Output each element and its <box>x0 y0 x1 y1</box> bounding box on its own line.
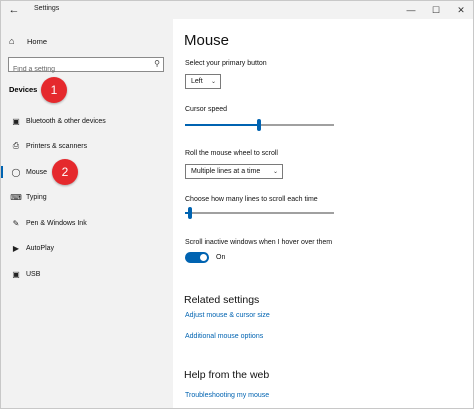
primary-button-dropdown[interactable]: Left ⌄ <box>185 74 221 89</box>
sidebar-item-home[interactable]: ⌂ Home <box>9 34 47 48</box>
scroll-inactive-label: Scroll inactive windows when I hover ove… <box>185 239 333 246</box>
chevron-down-icon: ⌄ <box>210 79 216 85</box>
title-bar: ← Settings — ☐ ✕ <box>1 1 473 19</box>
mouse-icon: ◯ <box>11 167 21 177</box>
search-box: ⚲ <box>8 57 164 76</box>
lines-to-scroll-thumb[interactable] <box>188 207 192 219</box>
sidebar-item-label: USB <box>26 270 41 278</box>
pen-icon: ✎ <box>12 218 20 228</box>
adjust-mouse-cursor-link[interactable]: Adjust mouse & cursor size <box>185 312 270 319</box>
settings-window: ← Settings — ☐ ✕ ⌂ Home ⚲ Devices ▣ Blue… <box>0 0 474 409</box>
search-icon[interactable]: ⚲ <box>154 59 160 68</box>
cursor-speed-thumb[interactable] <box>257 119 261 131</box>
related-settings-heading: Related settings <box>184 294 260 306</box>
scroll-wheel-value: Multiple lines at a time <box>191 168 261 175</box>
sidebar-item-printers[interactable]: ⎙ Printers & scanners <box>1 139 173 153</box>
additional-mouse-options-link[interactable]: Additional mouse options <box>185 333 263 340</box>
sidebar-item-label: Typing <box>26 193 47 201</box>
annotation-badge-2: 2 <box>52 159 78 185</box>
back-arrow-icon[interactable]: ← <box>5 2 23 18</box>
primary-button-value: Left <box>191 78 203 85</box>
sidebar-item-label: Bluetooth & other devices <box>26 117 106 125</box>
help-heading: Help from the web <box>184 369 270 381</box>
close-button[interactable]: ✕ <box>454 3 468 17</box>
sidebar-item-label: AutoPlay <box>26 244 55 252</box>
sidebar-item-usb[interactable]: ▣ USB <box>1 267 173 281</box>
sidebar-item-typing[interactable]: ⌨ Typing <box>1 190 173 204</box>
page-title: Mouse <box>184 32 230 49</box>
window-title: Settings <box>34 5 60 12</box>
troubleshooting-link[interactable]: Troubleshooting my mouse <box>185 392 269 399</box>
scroll-inactive-state: On <box>216 254 226 261</box>
bluetooth-devices-icon: ▣ <box>12 116 20 126</box>
sidebar-item-label: Printers & scanners <box>26 142 88 150</box>
autoplay-icon: ▶ <box>12 243 20 253</box>
annotation-badge-1: 1 <box>41 77 67 103</box>
scroll-inactive-toggle[interactable] <box>185 252 209 263</box>
sidebar-item-label: Pen & Windows Ink <box>26 219 87 227</box>
keyboard-icon: ⌨ <box>10 192 22 202</box>
sidebar-item-label: Home <box>27 36 48 46</box>
lines-to-scroll-label: Choose how many lines to scroll each tim… <box>185 196 318 203</box>
sidebar-item-label: Mouse <box>26 168 48 176</box>
primary-button-label: Select your primary button <box>185 60 267 67</box>
lines-to-scroll-slider[interactable] <box>185 207 334 219</box>
sidebar: ⌂ Home ⚲ Devices ▣ Bluetooth & other dev… <box>1 19 173 408</box>
cursor-speed-label: Cursor speed <box>185 106 228 113</box>
sidebar-item-autoplay[interactable]: ▶ AutoPlay <box>1 241 173 255</box>
sidebar-item-mouse[interactable]: ◯ Mouse <box>1 165 173 179</box>
cursor-speed-fill <box>185 124 259 126</box>
toggle-knob <box>200 254 207 261</box>
sidebar-item-pen[interactable]: ✎ Pen & Windows Ink <box>1 216 173 230</box>
chevron-down-icon: ⌄ <box>272 169 278 175</box>
maximize-button[interactable]: ☐ <box>429 3 443 17</box>
home-icon: ⌂ <box>9 36 15 46</box>
usb-icon: ▣ <box>12 269 20 279</box>
cursor-speed-slider[interactable] <box>185 119 334 131</box>
sidebar-item-bluetooth[interactable]: ▣ Bluetooth & other devices <box>1 114 173 128</box>
main-content: Mouse Select your primary button Left ⌄ … <box>173 19 473 408</box>
printer-icon: ⎙ <box>12 141 20 150</box>
search-input[interactable] <box>9 63 145 76</box>
section-title: Devices <box>9 85 38 94</box>
minimize-button[interactable]: — <box>404 3 418 17</box>
scroll-wheel-label: Roll the mouse wheel to scroll <box>185 150 278 157</box>
scroll-wheel-dropdown[interactable]: Multiple lines at a time ⌄ <box>185 164 283 179</box>
